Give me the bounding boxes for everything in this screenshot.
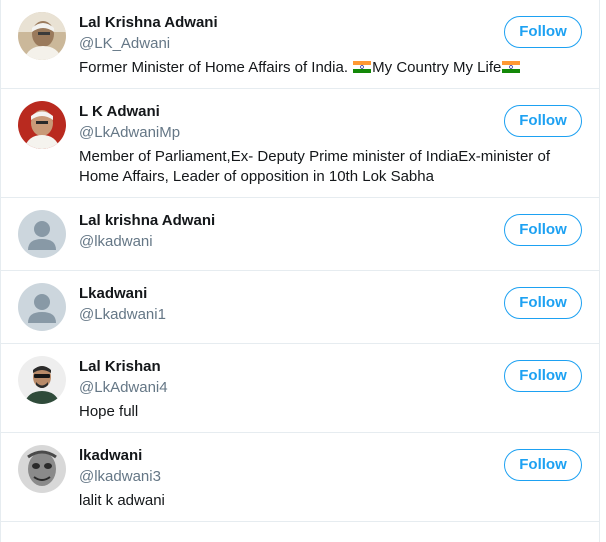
user-info: Lal Krishna Adwani @LK_Adwani Former Min… [79, 13, 521, 78]
user-handle[interactable]: @LkAdwaniMp [79, 123, 479, 143]
user-info: Lal krishna Adwani @lkadwani [79, 211, 479, 252]
user-name[interactable]: Lal krishna Adwani [79, 211, 479, 231]
india-flag-icon [502, 61, 521, 73]
user-bio: Hope full [79, 403, 139, 420]
user-row[interactable]: Lal Krishna Adwani @LK_Adwani Former Min… [1, 0, 599, 89]
follow-button[interactable]: Follow [504, 16, 582, 48]
user-bio: lalit k adwani [79, 492, 165, 509]
follow-button[interactable]: Follow [504, 214, 582, 246]
follow-button[interactable]: Follow [504, 449, 582, 481]
user-name[interactable]: lkadwani [79, 446, 479, 466]
user-info: Lal Krishan @LkAdwani4 Hope full [79, 357, 479, 422]
bio-text: Former Minister of Home Affairs of India… [79, 59, 353, 76]
avatar[interactable] [18, 445, 66, 493]
user-name[interactable]: L K Adwani [79, 102, 479, 122]
user-handle[interactable]: @lkadwani [79, 232, 479, 252]
user-row[interactable]: lkadwani @lkadwani3 lalit k adwani Follo… [1, 433, 599, 522]
user-handle[interactable]: @LK_Adwani [79, 34, 479, 54]
user-name[interactable]: Lkadwani [79, 284, 479, 304]
bio-text: My Country My Life [372, 59, 502, 76]
avatar[interactable] [18, 12, 66, 60]
user-row[interactable]: Lal krishna Adwani @lkadwani Follow [1, 198, 599, 271]
follow-button[interactable]: Follow [504, 287, 582, 319]
follow-button[interactable]: Follow [504, 105, 582, 137]
default-avatar-icon [18, 283, 66, 331]
user-row[interactable]: L K Adwani @LkAdwaniMp Member of Parliam… [1, 89, 599, 198]
user-search-results: Lal Krishna Adwani @LK_Adwani Former Min… [0, 0, 600, 542]
user-info: Lkadwani @Lkadwani1 [79, 284, 479, 325]
user-row[interactable]: Lal Krishan @LkAdwani4 Hope full Follow [1, 344, 599, 433]
user-bio: Member of Parliament,Ex- Deputy Prime mi… [79, 148, 550, 185]
user-info: L K Adwani @LkAdwaniMp Member of Parliam… [79, 102, 550, 187]
follow-button[interactable]: Follow [504, 360, 582, 392]
user-handle[interactable]: @Lkadwani1 [79, 305, 479, 325]
user-name[interactable]: Lal Krishan [79, 357, 479, 377]
user-row[interactable]: Lkadwani @Lkadwani1 Follow [1, 271, 599, 344]
user-info: lkadwani @lkadwani3 lalit k adwani [79, 446, 479, 511]
avatar[interactable] [18, 101, 66, 149]
avatar[interactable] [18, 210, 66, 258]
avatar[interactable] [18, 283, 66, 331]
user-handle[interactable]: @LkAdwani4 [79, 378, 479, 398]
user-name[interactable]: Lal Krishna Adwani [79, 13, 479, 33]
user-handle[interactable]: @lkadwani3 [79, 467, 479, 487]
avatar[interactable] [18, 356, 66, 404]
user-bio: Former Minister of Home Affairs of India… [79, 58, 559, 78]
default-avatar-icon [18, 210, 66, 258]
india-flag-icon [353, 61, 372, 73]
